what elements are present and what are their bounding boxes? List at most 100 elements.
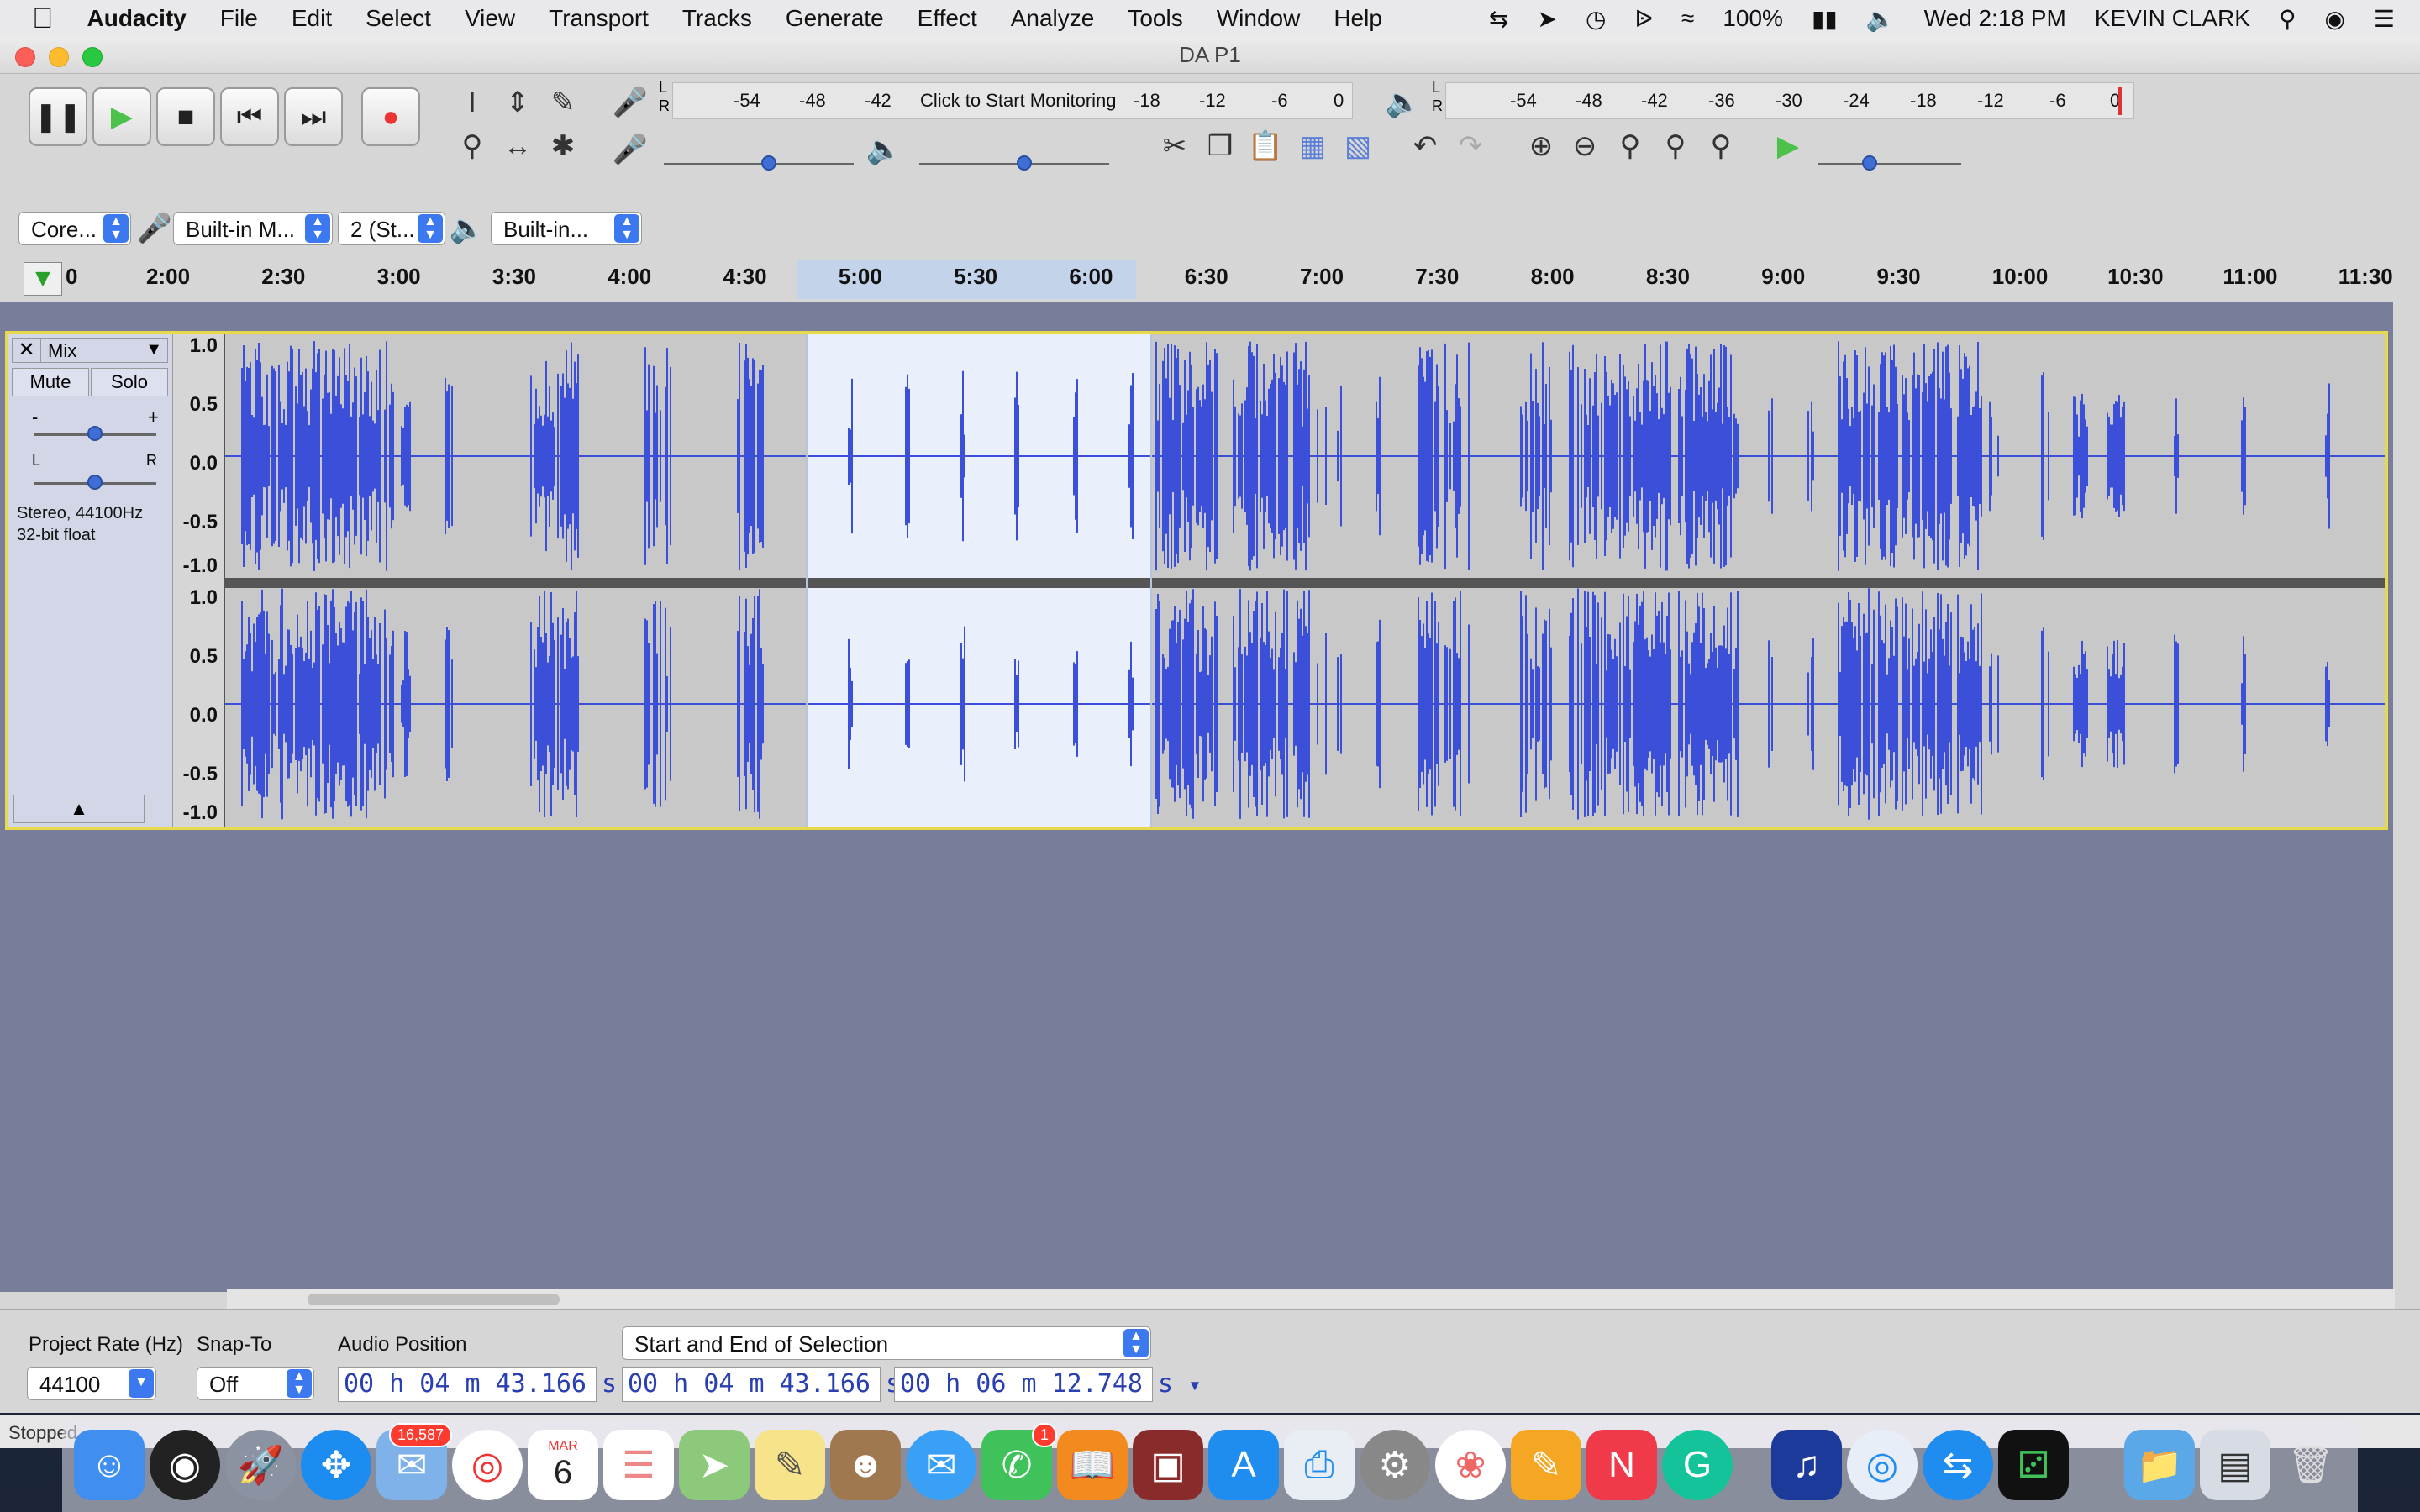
menu-analyze[interactable]: Analyze: [1011, 5, 1095, 32]
snap-to-dropdown[interactable]: Off ▲ ▼: [197, 1367, 314, 1400]
books-icon[interactable]: 📖: [1057, 1430, 1128, 1500]
zoom-tool-icon[interactable]: ⚲: [452, 126, 492, 166]
time-format-dropdown-icon[interactable]: ▾: [1188, 1373, 1202, 1398]
menu-view[interactable]: View: [465, 5, 515, 32]
trim-audio-icon[interactable]: ▦: [1292, 126, 1333, 166]
teamviewer-icon[interactable]: ⇆: [1923, 1430, 1993, 1500]
play-button[interactable]: ▶: [92, 87, 151, 146]
menu-select[interactable]: Select: [366, 5, 431, 32]
recording-device-dropdown[interactable]: Built-in M... ▲ ▼: [173, 212, 333, 245]
wifi-icon[interactable]: ≈: [1681, 5, 1694, 32]
skip-end-button[interactable]: ⏭: [284, 87, 343, 146]
folder-icon[interactable]: 📁: [2124, 1430, 2195, 1500]
close-track-icon[interactable]: ✕: [13, 339, 41, 362]
draw-tool-icon[interactable]: ✎: [543, 82, 583, 123]
record-button[interactable]: ●: [361, 87, 420, 146]
mail-icon[interactable]: ✉ 16,587: [376, 1423, 452, 1500]
launchpad-icon[interactable]: 🚀: [225, 1430, 296, 1500]
play-at-speed-icon[interactable]: ▶: [1768, 126, 1808, 166]
silence-audio-icon[interactable]: ▧: [1338, 126, 1378, 166]
audio-host-dropdown[interactable]: Core... ▲ ▼: [18, 212, 131, 245]
selection-tool-icon[interactable]: I: [452, 82, 492, 123]
recording-channels-dropdown[interactable]: 2 (St... ▲ ▼: [338, 212, 445, 245]
project-rate-dropdown[interactable]: 44100 ▼: [27, 1367, 156, 1400]
fit-selection-icon[interactable]: ⚲: [1610, 126, 1650, 166]
audacity-icon[interactable]: ♫: [1771, 1430, 1842, 1500]
track-name[interactable]: Mix: [48, 340, 76, 362]
chrome-icon[interactable]: ◎: [452, 1430, 523, 1500]
horizontal-scrollbar[interactable]: [227, 1289, 2395, 1309]
stop-button[interactable]: ■: [156, 87, 215, 146]
maps-icon[interactable]: ➤: [679, 1430, 750, 1500]
play-speed-slider[interactable]: [1818, 155, 1961, 171]
app-store-icon[interactable]: A: [1208, 1430, 1279, 1500]
timeshift-tool-icon[interactable]: ↔: [497, 126, 538, 166]
selection-mode-dropdown[interactable]: Start and End of Selection ▲ ▼: [622, 1326, 1151, 1360]
window-close-button[interactable]: [15, 47, 35, 67]
paste-icon[interactable]: 📋: [1245, 126, 1286, 166]
track-menu-chevron-icon[interactable]: ▼: [145, 340, 162, 360]
skip-start-button[interactable]: ⏮: [220, 87, 279, 146]
copy-icon[interactable]: ❐: [1200, 126, 1240, 166]
multi-tool-icon[interactable]: ✱: [543, 126, 583, 166]
notes-icon[interactable]: ✎: [755, 1430, 825, 1500]
mute-button[interactable]: Mute: [12, 368, 89, 396]
play-meter[interactable]: -54 -48 -42 -36 -30 -24 -18 -12 -6 0: [1445, 82, 2134, 119]
menu-tools[interactable]: Tools: [1128, 5, 1182, 32]
track-area[interactable]: ✕ Mix ▼ Mute Solo - + L R Stereo, 44100H…: [0, 302, 2393, 1292]
zoom-out-icon[interactable]: ⊖: [1565, 126, 1605, 166]
window-zoom-button[interactable]: [82, 47, 103, 67]
pan-knob[interactable]: [87, 475, 103, 490]
window-minimize-button[interactable]: [49, 47, 69, 67]
menu-window[interactable]: Window: [1217, 5, 1301, 32]
gain-knob[interactable]: [87, 426, 103, 441]
record-meter-hint[interactable]: Click to Start Monitoring: [920, 90, 1117, 112]
output-volume-knob[interactable]: [1017, 155, 1032, 171]
scrollbar-thumb[interactable]: [308, 1294, 560, 1305]
calendar-icon[interactable]: MAR 6: [528, 1430, 598, 1500]
messages-icon[interactable]: ✉: [906, 1430, 976, 1500]
safari-icon[interactable]: ✥: [301, 1430, 371, 1500]
play-speed-knob[interactable]: [1862, 155, 1877, 171]
system-preferences-icon[interactable]: ⚙: [1360, 1430, 1430, 1500]
cut-icon[interactable]: ✂: [1155, 126, 1195, 166]
reminders-icon[interactable]: ☰: [603, 1430, 674, 1500]
amplitude-ruler[interactable]: 1.0 0.5 0.0 -0.5 -1.0 1.0 0.5 0.0 -0.5 -…: [173, 334, 225, 827]
photos-icon[interactable]: ❀: [1435, 1430, 1506, 1500]
menu-transport[interactable]: Transport: [549, 5, 649, 32]
input-volume-knob[interactable]: [761, 155, 776, 171]
collapse-track-button[interactable]: ▲: [13, 795, 145, 823]
record-meter[interactable]: -54 -48 -42 Click to Start Monitoring -1…: [672, 82, 1353, 119]
menu-generate[interactable]: Generate: [786, 5, 884, 32]
input-volume-slider[interactable]: [664, 155, 854, 171]
pause-button[interactable]: ❚❚: [29, 87, 87, 146]
play-meter-speaker-icon[interactable]: 🔈: [1383, 82, 1423, 123]
track-header[interactable]: ✕ Mix ▼: [12, 338, 168, 363]
activity-monitor-icon[interactable]: ⚂: [1998, 1430, 2069, 1500]
output-volume-slider[interactable]: [919, 155, 1109, 171]
envelope-tool-icon[interactable]: ⇕: [497, 82, 538, 123]
record-meter-mic-icon[interactable]: 🎤: [610, 82, 650, 123]
bluetooth-icon[interactable]: ᐉ: [1634, 5, 1653, 33]
volume-icon[interactable]: 🔈: [1866, 5, 1896, 33]
fit-project-icon[interactable]: ⚲: [1655, 126, 1696, 166]
grammarly-icon[interactable]: G: [1662, 1430, 1733, 1500]
contacts-icon[interactable]: ☻: [830, 1430, 901, 1500]
audio-position-field[interactable]: 00 h 04 m 43.166 s ▾: [338, 1367, 645, 1402]
audio-track[interactable]: ✕ Mix ▼ Mute Solo - + L R Stereo, 44100H…: [5, 331, 2388, 830]
teamviewer-status-icon[interactable]: ⇆: [1489, 5, 1508, 33]
pan-slider[interactable]: [34, 475, 156, 490]
finder-icon[interactable]: ☺: [74, 1430, 145, 1500]
timeline-ruler[interactable]: ▼ 0 2:00 2:30 3:00 3:30 4:00 4:30 5:00 5:30 6:00 6…: [0, 255, 2420, 302]
apple-menu-icon[interactable]: : [32, 3, 54, 35]
battery-icon[interactable]: ▮▮: [1812, 5, 1838, 33]
photo-booth-icon[interactable]: ▣: [1133, 1430, 1203, 1500]
undo-icon[interactable]: ↶: [1405, 126, 1445, 166]
news-icon[interactable]: N: [1586, 1430, 1657, 1500]
trash-icon[interactable]: 🗑: [2275, 1430, 2346, 1500]
user-name[interactable]: KEVIN CLARK: [2095, 5, 2250, 32]
menu-file[interactable]: File: [220, 5, 258, 32]
menu-help[interactable]: Help: [1334, 5, 1382, 32]
track-control-panel[interactable]: ✕ Mix ▼ Mute Solo - + L R Stereo, 44100H…: [8, 334, 173, 827]
downloads-stack-icon[interactable]: ▤: [2200, 1430, 2270, 1500]
